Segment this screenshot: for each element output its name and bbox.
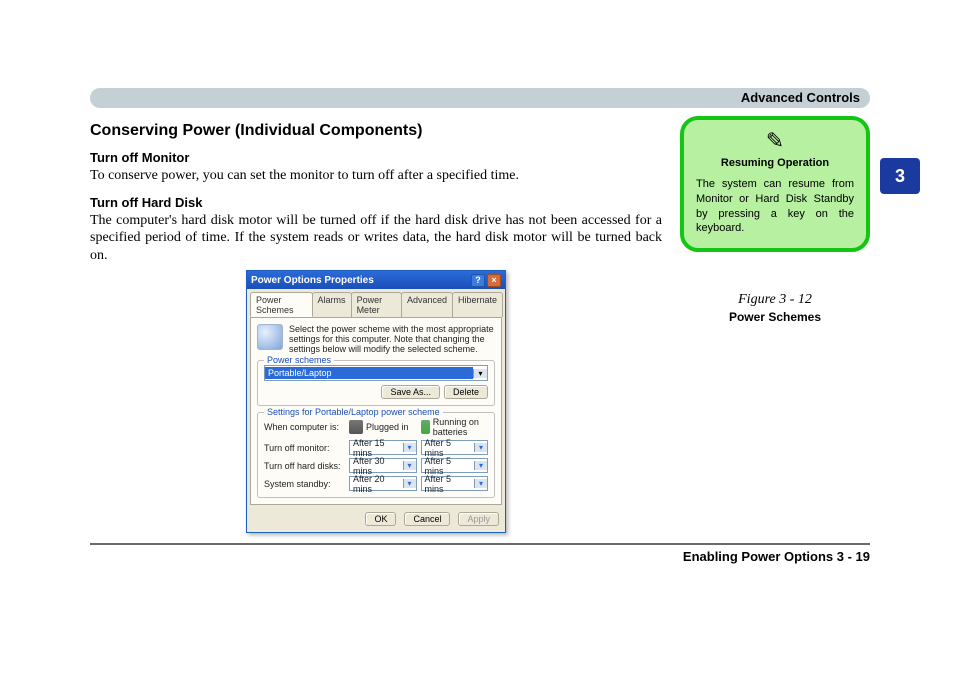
power-schemes-fieldset: Power schemes Portable/Laptop ▾ Save As.… (257, 360, 495, 406)
battery-icon (421, 420, 430, 434)
chevron-down-icon: ▾ (403, 443, 416, 452)
dialog-footer: OK Cancel Apply (247, 508, 505, 532)
tab-advanced[interactable]: Advanced (401, 292, 453, 317)
dialog-titlebar: Power Options Properties ? × (247, 271, 505, 289)
hdd-plugged-dropdown[interactable]: After 30 mins▾ (349, 458, 417, 473)
power-options-dialog: Power Options Properties ? × Power Schem… (246, 270, 506, 533)
page-heading: Conserving Power (Individual Components) (90, 122, 662, 140)
chapter-thumb-tab: 3 (880, 158, 920, 194)
callout-title: Resuming Operation (696, 156, 854, 171)
subsection-heading: Turn off Monitor (90, 150, 662, 165)
dialog-tabs: Power Schemes Alarms Power Meter Advance… (247, 289, 505, 317)
tip-callout: ✎ Resuming Operation The system can resu… (680, 116, 870, 252)
save-as-button[interactable]: Save As... (381, 385, 440, 399)
figure-number: Figure 3 - 12 (680, 292, 870, 308)
figure-caption: Figure 3 - 12 Power Schemes (680, 292, 870, 324)
dialog-title: Power Options Properties (251, 275, 374, 286)
section-title: Advanced Controls (741, 90, 860, 105)
monitor-battery-dropdown[interactable]: After 5 mins▾ (421, 440, 489, 455)
chevron-down-icon: ▾ (403, 461, 416, 470)
delete-button[interactable]: Delete (444, 385, 488, 399)
dropdown-value: After 20 mins (350, 474, 403, 494)
manual-page: Advanced Controls 3 Conserving Power (In… (90, 88, 870, 564)
plugged-in-label: Plugged in (366, 422, 409, 432)
dropdown-value: After 15 mins (350, 438, 403, 458)
embedded-screenshot: Power Options Properties ? × Power Schem… (90, 270, 662, 533)
plug-icon (349, 420, 363, 434)
row-label: System standby: (264, 479, 345, 489)
row-label: Turn off monitor: (264, 443, 345, 453)
row-label: Turn off hard disks: (264, 461, 345, 471)
page-footer: Enabling Power Options 3 - 19 (90, 549, 870, 564)
body-paragraph: To conserve power, you can set the monit… (90, 167, 662, 185)
settings-fieldset: Settings for Portable/Laptop power schem… (257, 412, 495, 498)
tab-alarms[interactable]: Alarms (312, 292, 352, 317)
fieldset-legend: Settings for Portable/Laptop power schem… (264, 407, 443, 417)
info-text: Select the power scheme with the most ap… (289, 324, 495, 354)
dropdown-value: After 5 mins (422, 474, 475, 494)
chevron-down-icon: ▾ (474, 461, 487, 470)
body-paragraph: The computer's hard disk motor will be t… (90, 212, 662, 265)
standby-plugged-dropdown[interactable]: After 20 mins▾ (349, 476, 417, 491)
close-button[interactable]: × (487, 274, 501, 287)
ok-button[interactable]: OK (365, 512, 396, 526)
standby-battery-dropdown[interactable]: After 5 mins▾ (421, 476, 489, 491)
cancel-button[interactable]: Cancel (404, 512, 450, 526)
fieldset-legend: Power schemes (264, 355, 334, 365)
help-button[interactable]: ? (471, 274, 485, 287)
on-batteries-label: Running on batteries (433, 417, 488, 437)
tab-power-schemes[interactable]: Power Schemes (250, 292, 313, 317)
chevron-down-icon: ▾ (474, 443, 487, 452)
power-scheme-selected: Portable/Laptop (265, 367, 473, 379)
hdd-battery-dropdown[interactable]: After 5 mins▾ (421, 458, 489, 473)
tab-hibernate[interactable]: Hibernate (452, 292, 503, 317)
side-column: ✎ Resuming Operation The system can resu… (680, 116, 870, 533)
chevron-down-icon: ▾ (403, 479, 416, 488)
header-bar: Advanced Controls (90, 88, 870, 108)
dropdown-value: After 5 mins (422, 438, 475, 458)
monitor-plugged-dropdown[interactable]: After 15 mins▾ (349, 440, 417, 455)
apply-button[interactable]: Apply (458, 512, 499, 526)
grid-label: When computer is: (264, 422, 345, 432)
on-batteries-header: Running on batteries (421, 417, 489, 437)
plugged-in-header: Plugged in (349, 420, 417, 434)
settings-grid: When computer is: Plugged in Running on … (264, 417, 488, 491)
chevron-down-icon: ▾ (473, 369, 487, 378)
figure-title: Power Schemes (680, 310, 870, 324)
pencil-icon: ✎ (696, 130, 854, 152)
content-row: Conserving Power (Individual Components)… (90, 116, 870, 533)
power-scheme-dropdown[interactable]: Portable/Laptop ▾ (264, 365, 488, 381)
dropdown-value: After 5 mins (422, 456, 475, 476)
dropdown-value: After 30 mins (350, 456, 403, 476)
info-row: Select the power scheme with the most ap… (257, 324, 495, 354)
subsection-heading: Turn off Hard Disk (90, 195, 662, 210)
chevron-down-icon: ▾ (474, 479, 487, 488)
callout-body: The system can resume from Monitor or Ha… (696, 177, 854, 236)
main-column: Conserving Power (Individual Components)… (90, 116, 662, 533)
tab-power-meter[interactable]: Power Meter (351, 292, 402, 317)
battery-monitor-icon (257, 324, 283, 350)
footer-rule (90, 543, 870, 545)
tab-body: Select the power scheme with the most ap… (250, 317, 502, 505)
